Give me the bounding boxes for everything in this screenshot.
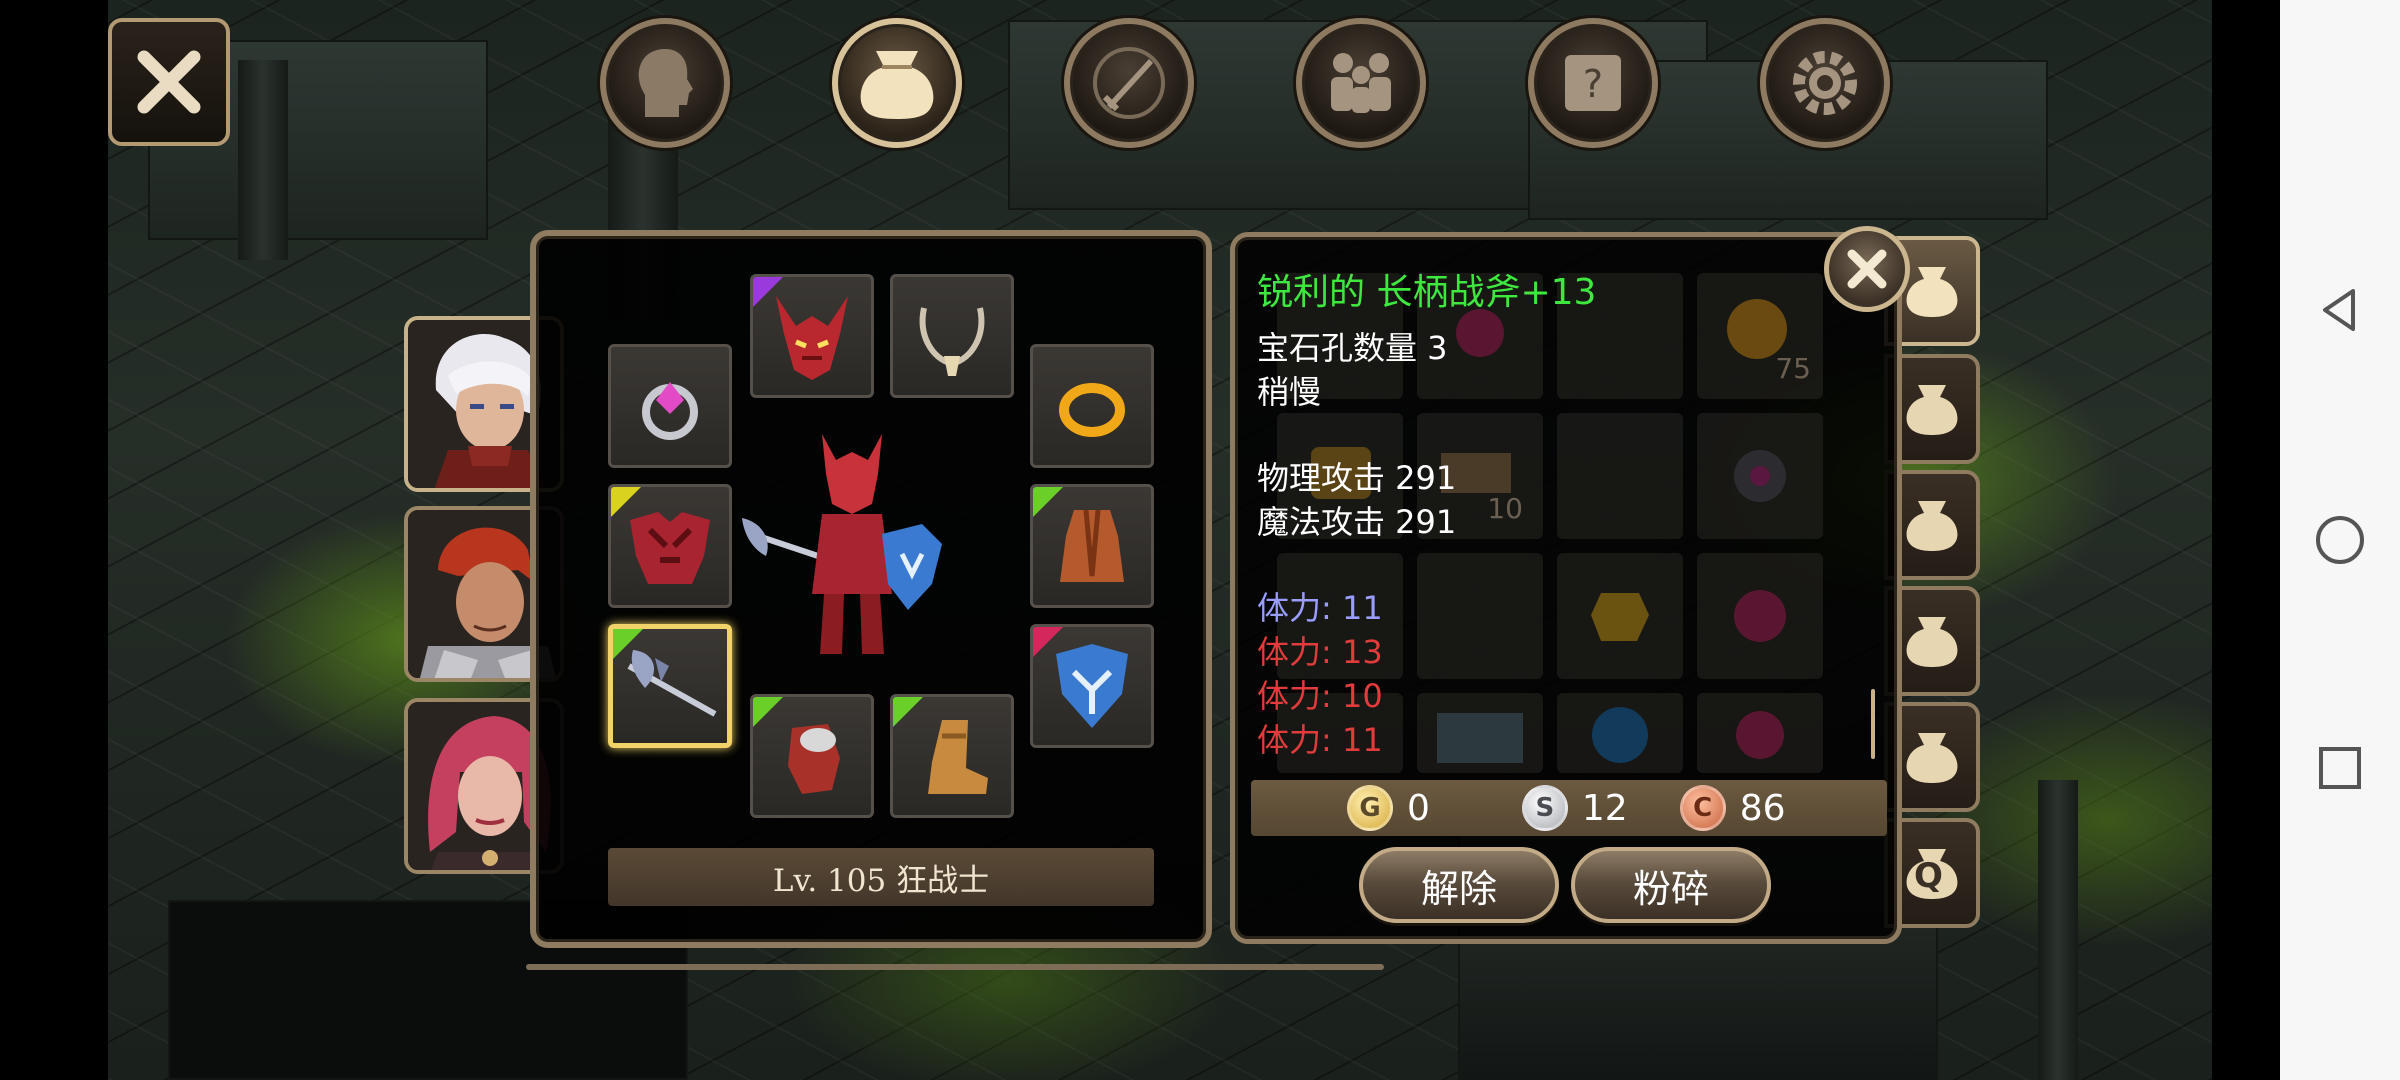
copper-coin-icon: C [1679,785,1726,831]
slot-weapon[interactable] [608,624,732,748]
close-icon [137,50,201,114]
item-name: 锐利的 长柄战斧+13 [1257,272,1597,313]
character-preview [742,434,942,654]
inventory-cell[interactable]: 75 [1697,273,1823,399]
tab-skills[interactable] [1064,18,1194,148]
character-level-label: Lv. 105 狂战士 [608,848,1154,906]
bag-icon [1906,385,1958,435]
yellow-gem-icon [1591,593,1649,641]
rarity-marker [893,697,923,727]
close-menu-button[interactable] [108,18,230,146]
bag-icon [1906,501,1958,551]
slot-ring-right[interactable] [1030,344,1154,468]
tab-bag[interactable] [832,18,962,148]
system-navigation-bar [2280,0,2400,1080]
slot-necklace[interactable] [890,274,1014,398]
inventory-cell[interactable] [1697,553,1823,679]
inventory-cell[interactable] [1557,693,1683,773]
rarity-marker [1033,627,1063,657]
scroll-icon: ? [1565,55,1621,111]
red-gem-icon [1736,711,1784,759]
bag-icon [1906,733,1958,783]
copper-currency: C 86 [1679,785,1786,831]
pink-gem-ring-icon [642,382,698,440]
close-info-button[interactable] [1824,226,1910,312]
inventory-cell[interactable] [1557,553,1683,679]
slot-shield[interactable] [1030,624,1154,748]
gold-currency: G 0 [1347,785,1430,831]
letterbox-right [2212,0,2280,1080]
item-bonus-stat: 体力: 13 [1257,633,1383,671]
gold-ring-icon [1059,383,1125,437]
slot-helmet[interactable] [750,274,874,398]
bag-icon [860,51,934,119]
item-physical-attack: 物理攻击 291 [1257,459,1457,497]
slot-gloves[interactable] [750,694,874,818]
inventory-stack-count: 75 [1775,352,1811,385]
silver-coin-icon: S [1521,785,1568,831]
inventory-cell[interactable] [1557,413,1683,539]
necklace-icon [919,307,985,376]
gear-icon [1793,51,1857,115]
item-info-panel: 75 10 锐利的 长柄战斧+13 宝石孔数量 3 稍慢 物理攻击 291 魔法… [1230,232,1902,944]
background-pillar [238,60,288,260]
smash-button[interactable]: 粉碎 [1571,847,1771,923]
back-triangle-icon [2323,289,2355,331]
inventory-cell[interactable] [1417,693,1543,773]
currency-bar: G 0 S 12 C 86 [1251,780,1887,836]
rarity-marker [753,697,783,727]
panel-underline [526,964,1384,970]
tab-quest[interactable]: ? [1528,18,1658,148]
equipment-panel: Lv. 105 狂战士 [530,230,1212,948]
info-scrollbar[interactable] [1871,689,1875,759]
silver-amount: 12 [1581,787,1628,829]
bag-icon [1906,617,1958,667]
background-pillar [2038,780,2078,1080]
inventory-cell[interactable] [1697,413,1823,539]
item-magic-attack: 魔法攻击 291 [1257,503,1457,541]
slot-ring-left[interactable] [608,344,732,468]
item-socket-count: 宝石孔数量 3 [1257,329,1448,367]
head-icon [638,49,693,117]
silver-currency: S 12 [1521,785,1628,831]
bag-icon [1906,267,1958,317]
recents-square-icon [2319,747,2361,789]
gold-coin-icon: G [1347,785,1393,831]
inventory-cell[interactable] [1417,553,1543,679]
back-button[interactable] [2310,280,2370,340]
item-bonus-stat: 体力: 11 [1257,721,1383,759]
rarity-marker [1033,487,1063,517]
people-icon [1331,53,1391,113]
letterbox-left [0,0,108,1080]
inventory-cell[interactable] [1697,693,1823,773]
tab-character[interactable] [600,18,730,148]
home-button[interactable] [2310,510,2370,570]
tab-party[interactable] [1296,18,1426,148]
slot-boots[interactable] [890,694,1014,818]
red-gem-icon [1734,590,1786,642]
sword-icon [1093,47,1165,119]
rarity-marker [613,629,643,659]
rarity-marker [753,277,783,307]
inventory-stack-count: 10 [1487,492,1523,525]
map-scroll-icon [1437,713,1523,763]
dark-orb-icon [1734,450,1786,502]
slot-cloak[interactable] [1030,484,1154,608]
item-bonus-stat: 体力: 10 [1257,677,1383,715]
slot-armor[interactable] [608,484,732,608]
tab-settings[interactable] [1760,18,1890,148]
gold-amount: 0 [1407,787,1430,829]
home-circle-icon [2316,516,2364,564]
recents-button[interactable] [2310,738,2370,798]
close-icon [1847,249,1887,289]
item-attack-speed: 稍慢 [1257,373,1322,411]
copper-amount: 86 [1739,787,1786,829]
svg-text:?: ? [1583,62,1603,106]
rarity-marker [611,487,641,517]
quick-bag-letter: Q [1914,856,1943,896]
unequip-button[interactable]: 解除 [1359,847,1559,923]
blue-crystal-icon [1592,707,1648,763]
item-bonus-stat: 体力: 11 [1257,589,1383,627]
